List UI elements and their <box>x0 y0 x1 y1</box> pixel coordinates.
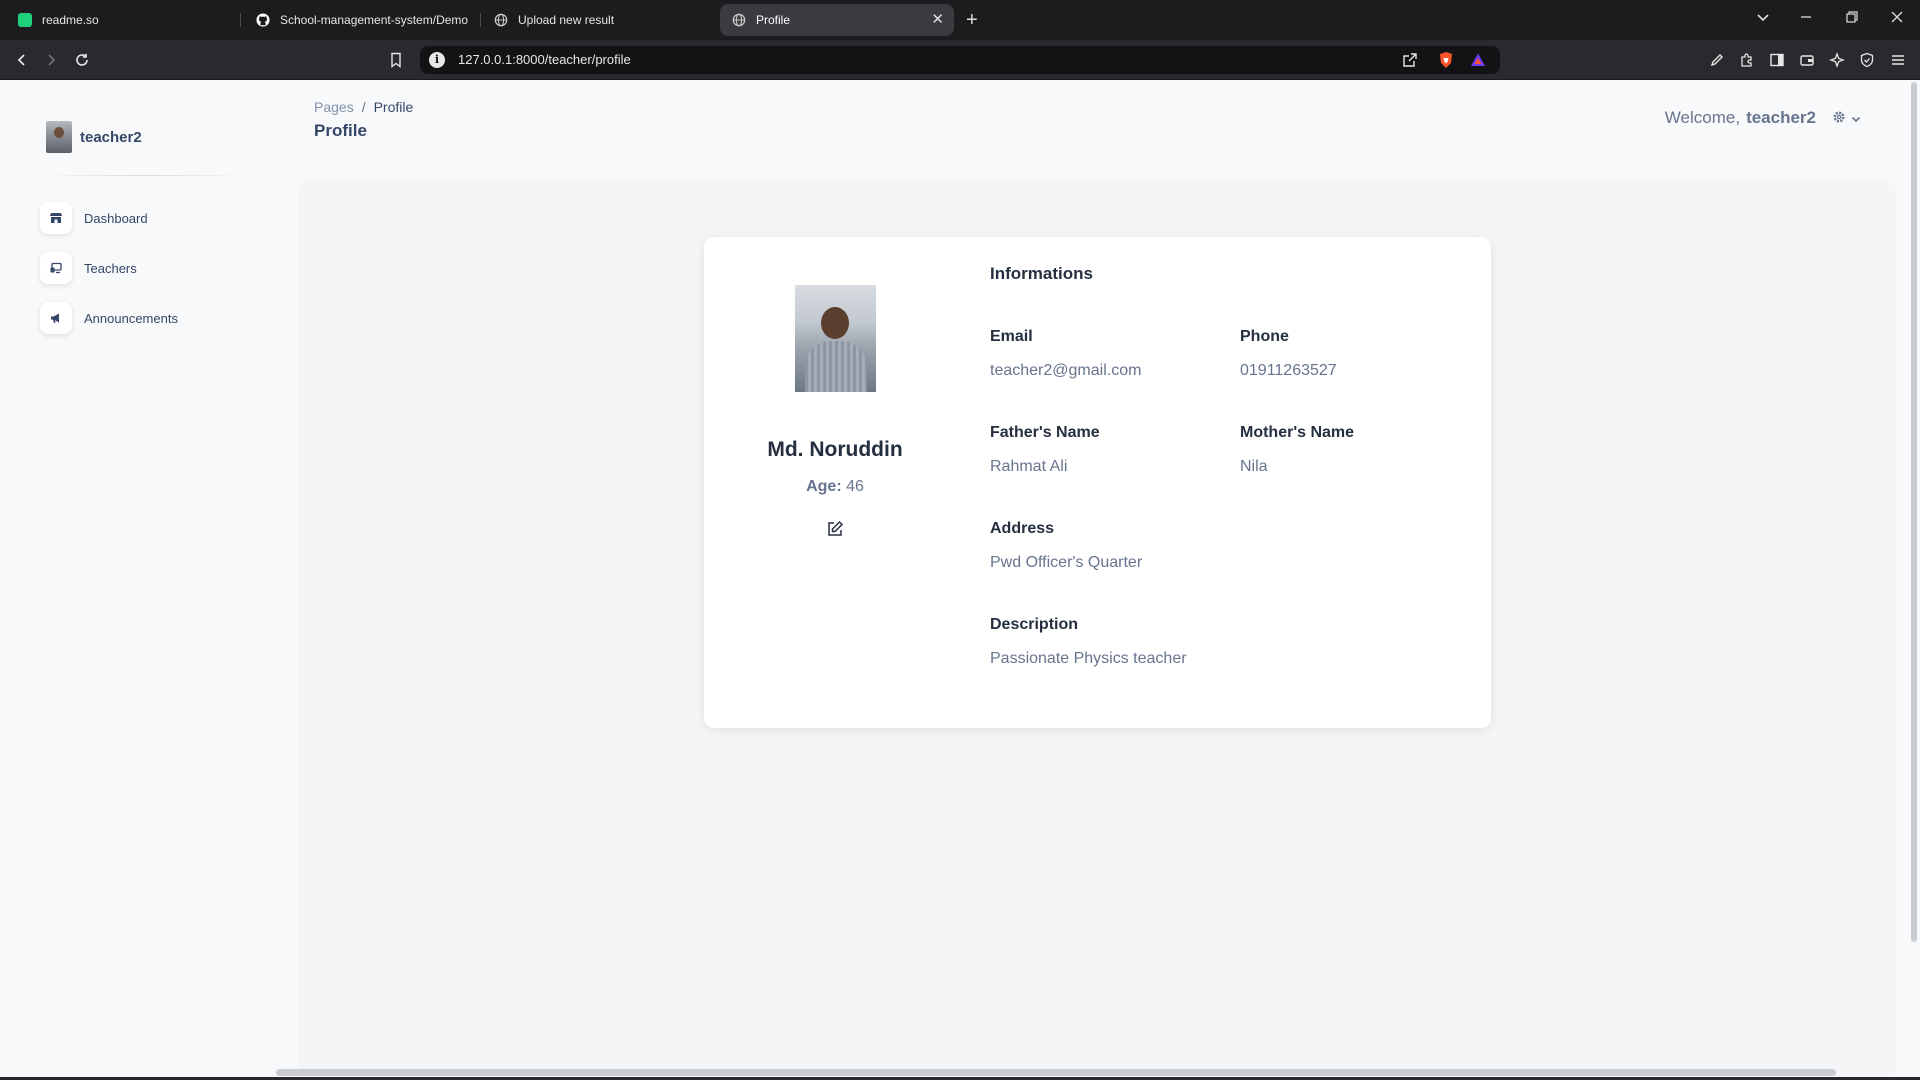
mother-name-label: Mother's Name <box>1240 424 1355 441</box>
tab-list-icon[interactable] <box>1756 10 1770 27</box>
breadcrumb-current: Profile <box>373 99 414 115</box>
sidebar-item-label: Dashboard <box>84 210 148 226</box>
email-label: Email <box>990 328 1033 345</box>
sidebar-item-teachers[interactable]: Teachers <box>40 252 137 284</box>
address-label: Address <box>990 520 1055 537</box>
settings-dropdown[interactable] <box>1832 110 1861 129</box>
leo-icon[interactable] <box>1827 50 1847 70</box>
wallet-icon[interactable] <box>1797 50 1817 70</box>
sidebar-username: teacher2 <box>80 128 142 146</box>
father-name-value: Rahmat Ali <box>990 458 1068 475</box>
tab-title: readme.so <box>42 13 99 27</box>
email-value: teacher2@gmail.com <box>990 362 1142 379</box>
vpn-icon[interactable] <box>1857 50 1877 70</box>
address-value: Pwd Officer's Quarter <box>990 554 1143 571</box>
close-tab-icon[interactable]: ✕ <box>931 12 944 28</box>
readme-favicon-icon <box>18 13 32 27</box>
browser-tab-readme[interactable]: readme.so <box>6 4 236 36</box>
tab-separator <box>240 13 241 27</box>
sidebar-item-dashboard[interactable]: Dashboard <box>40 202 148 234</box>
sidebar-item-label: Teachers <box>84 260 137 276</box>
profile-age: Age: 46 <box>705 478 965 496</box>
browser-tab-upload[interactable]: Upload new result <box>482 4 714 36</box>
new-tab-button[interactable]: + <box>966 8 978 32</box>
github-icon <box>256 13 270 27</box>
profile-name: Md. Noruddin <box>767 438 903 461</box>
age-value: 46 <box>846 478 864 495</box>
chevron-down-icon <box>1851 111 1861 129</box>
sidebar-divider <box>38 175 250 176</box>
shop-icon <box>40 202 72 234</box>
pen-icon[interactable] <box>1707 50 1727 70</box>
back-icon[interactable] <box>11 48 33 72</box>
welcome-text: Welcome, teacher2 <box>1665 108 1816 128</box>
url-text[interactable]: 127.0.0.1:8000/teacher/profile <box>458 52 631 67</box>
menu-icon[interactable] <box>1888 50 1908 70</box>
brave-shield-icon[interactable] <box>1436 50 1456 70</box>
close-window-icon[interactable] <box>1890 10 1904 27</box>
brave-rewards-icon[interactable] <box>1468 50 1488 70</box>
sidebar-item-announcements[interactable]: Announcements <box>40 302 178 334</box>
vertical-scrollbar[interactable] <box>1911 82 1917 942</box>
sidebar-icon[interactable] <box>1767 50 1787 70</box>
description-value: Passionate Physics teacher <box>990 650 1187 667</box>
edit-profile-icon[interactable] <box>825 519 845 539</box>
megaphone-icon <box>40 302 72 334</box>
screen-icon <box>40 252 72 284</box>
tab-title: School-management-system/Demo <box>280 13 469 27</box>
sidebar-brand[interactable]: teacher2 <box>46 121 142 153</box>
browser-tab-profile[interactable]: Profile ✕ <box>720 4 954 36</box>
breadcrumb: Pages / Profile <box>314 99 413 115</box>
bookmark-icon[interactable] <box>385 48 407 72</box>
description-label: Description <box>990 616 1079 633</box>
age-label: Age: <box>806 478 842 495</box>
welcome-label: Welcome, <box>1664 108 1741 127</box>
phone-label: Phone <box>1240 328 1289 345</box>
phone-value: 01911263527 <box>1240 362 1337 379</box>
informations-heading: Informations <box>990 264 1093 283</box>
globe-icon <box>732 13 746 27</box>
gear-icon <box>1832 110 1846 129</box>
avatar <box>46 121 72 153</box>
mother-name-value: Nila <box>1240 458 1268 475</box>
tab-separator <box>480 13 481 27</box>
sidebar-item-label: Announcements <box>84 310 178 326</box>
extensions-icon[interactable] <box>1737 50 1757 70</box>
tab-title: Profile <box>756 13 791 27</box>
minimize-icon[interactable] <box>1799 10 1813 27</box>
globe-icon <box>494 13 508 27</box>
share-icon[interactable] <box>1400 50 1420 70</box>
page-title: Profile <box>314 121 367 140</box>
horizontal-scrollbar[interactable] <box>276 1069 1836 1076</box>
site-info-icon[interactable]: i <box>429 52 445 68</box>
restore-icon[interactable] <box>1845 10 1859 27</box>
reload-icon[interactable] <box>71 48 93 72</box>
tab-title: Upload new result <box>518 13 615 27</box>
breadcrumb-separator: / <box>361 99 366 115</box>
browser-tab-github[interactable]: School-management-system/Demo <box>244 4 476 36</box>
breadcrumb-root[interactable]: Pages <box>314 99 354 115</box>
profile-photo <box>795 285 876 392</box>
forward-icon[interactable] <box>40 48 62 72</box>
welcome-username: teacher2 <box>1746 108 1816 127</box>
father-name-label: Father's Name <box>990 424 1100 441</box>
